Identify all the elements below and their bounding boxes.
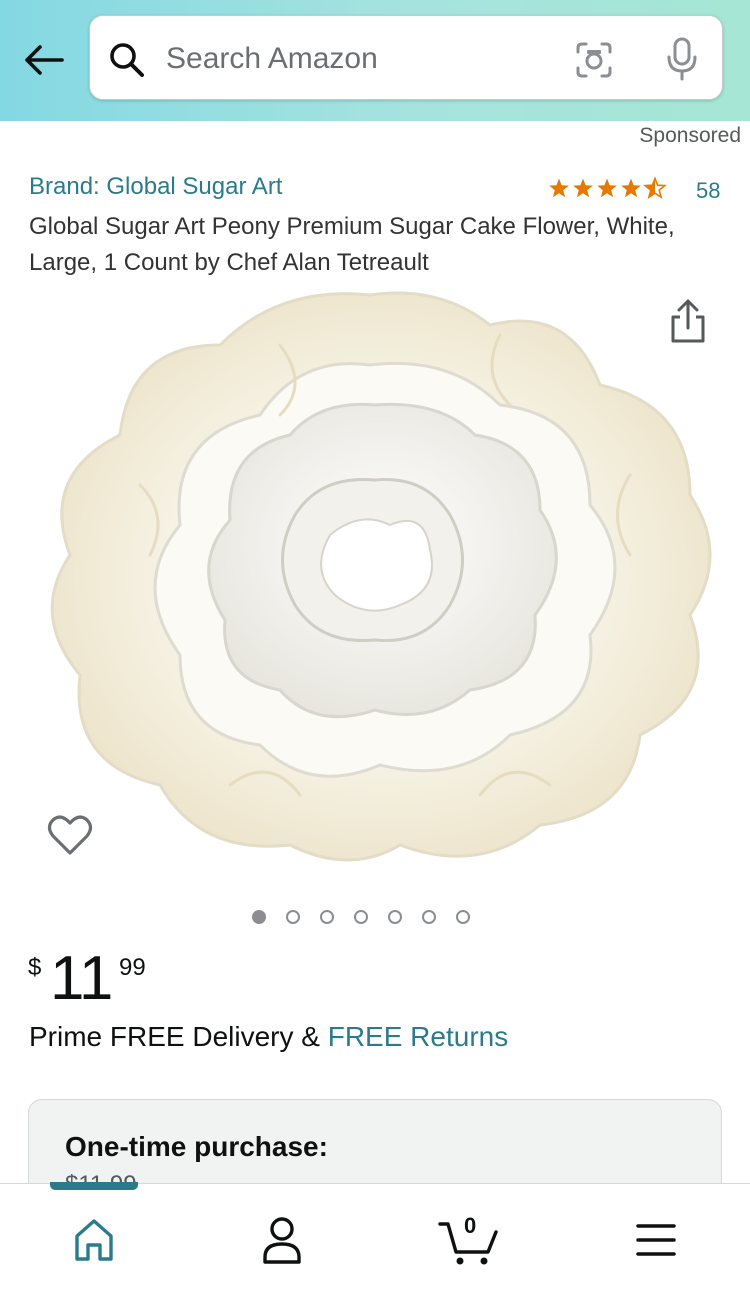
carousel-dot-active[interactable] (252, 910, 266, 924)
carousel-dot[interactable] (286, 910, 300, 924)
carousel-dot[interactable] (388, 910, 402, 924)
price-whole: 11 (50, 944, 113, 1013)
account-icon (263, 1217, 301, 1264)
bottom-navigation: 0 (0, 1182, 750, 1295)
carousel-dot[interactable] (422, 910, 436, 924)
image-carousel-indicator (252, 908, 470, 928)
search-box[interactable] (89, 15, 723, 100)
arrow-left-icon (25, 45, 64, 75)
menu-icon (636, 1224, 676, 1256)
product-title: Global Sugar Art Peony Premium Sugar Cak… (29, 213, 675, 276)
home-icon (75, 1219, 113, 1261)
star-rating[interactable] (548, 176, 668, 200)
nav-cart-button[interactable]: 0 (438, 1213, 502, 1266)
brand-link[interactable]: Brand: Global Sugar Art (29, 173, 282, 201)
cart-count-badge: 0 (464, 1213, 477, 1238)
review-count[interactable]: 58 (696, 178, 720, 204)
star-full-icon (573, 178, 593, 198)
star-full-icon (621, 178, 641, 198)
microphone-icon[interactable] (664, 36, 700, 82)
heart-icon[interactable] (46, 812, 94, 858)
carousel-dot[interactable] (456, 910, 470, 924)
price-fraction: 99 (119, 954, 146, 981)
search-icon (110, 43, 144, 77)
delivery-text: Prime FREE Delivery & (29, 1021, 328, 1052)
nav-home-button[interactable] (64, 1214, 124, 1266)
back-button[interactable] (20, 36, 68, 84)
sponsored-label: Sponsored (639, 124, 741, 147)
carousel-dot[interactable] (320, 910, 334, 924)
search-input[interactable] (164, 36, 548, 82)
purchase-option-label: One-time purchase: (65, 1131, 328, 1162)
active-tab-indicator (50, 1182, 138, 1190)
nav-menu-button[interactable] (626, 1214, 686, 1266)
camera-scan-icon[interactable] (574, 40, 614, 80)
price-currency-symbol: $ (28, 954, 42, 981)
nav-account-button[interactable] (252, 1214, 312, 1266)
top-header (0, 0, 750, 121)
delivery-info: Prime FREE Delivery & FREE Returns (29, 1021, 508, 1053)
carousel-dot[interactable] (354, 910, 368, 924)
star-half-icon (644, 177, 666, 198)
free-returns-link[interactable]: FREE Returns (328, 1021, 509, 1052)
share-icon[interactable] (668, 298, 708, 344)
star-full-icon (597, 178, 617, 198)
product-image-peony-flower[interactable] (30, 285, 722, 871)
star-full-icon (549, 178, 569, 198)
